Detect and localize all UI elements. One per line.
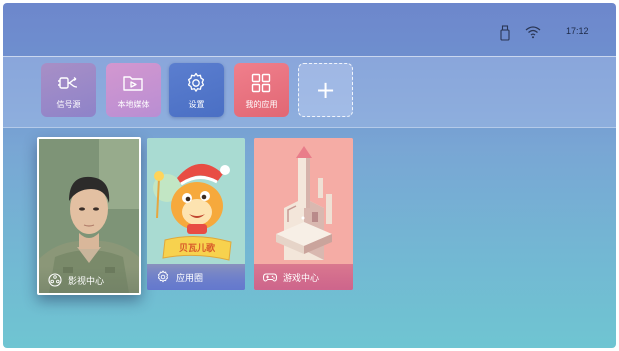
card-label: 影视中心 — [68, 276, 105, 287]
input-source-button[interactable]: 信号源 — [41, 63, 96, 117]
game-center-card[interactable]: 游戏中心 — [254, 138, 353, 290]
film-reel-icon — [48, 273, 62, 287]
card-footer: 游戏中心 — [254, 264, 353, 290]
my-apps-button[interactable]: 我的应用 — [234, 63, 289, 117]
status-bar: 17:12 — [3, 3, 616, 59]
wifi-icon — [525, 26, 541, 39]
card-label: 游戏中心 — [283, 273, 320, 284]
add-app-button[interactable]: + — [298, 63, 353, 117]
app-label: 本地媒体 — [117, 100, 150, 109]
gear-icon — [157, 270, 169, 283]
app-shortcut-bar: 信号源 本地媒体 设置 我的应用 + — [3, 56, 616, 128]
card-label: 应用圈 — [176, 273, 204, 284]
app-label: 我的应用 — [245, 100, 278, 109]
grid-icon — [251, 73, 271, 93]
tv-home-screen: 17:12 信号源 本地媒体 设置 我的应用 + 影视中心 贝瓦儿歌 应用圈 游… — [3, 3, 616, 348]
app-store-card[interactable]: 贝瓦儿歌 应用圈 — [147, 138, 245, 290]
svg-text:贝瓦儿歌: 贝瓦儿歌 — [179, 242, 216, 254]
plus-icon: + — [315, 76, 336, 104]
cartoon-bear: 贝瓦儿歌 — [147, 138, 245, 264]
gear-icon — [187, 72, 205, 92]
castle-tower — [254, 138, 353, 264]
app-label: 设置 — [188, 100, 205, 109]
folder-play-icon — [123, 76, 143, 91]
local-media-button[interactable]: 本地媒体 — [106, 63, 161, 117]
app-label: 信号源 — [56, 100, 81, 109]
video-center-card[interactable]: 影视中心 — [37, 137, 141, 295]
usb-icon — [500, 25, 510, 41]
card-footer: 影视中心 — [39, 267, 139, 293]
gamepad-icon — [263, 273, 277, 282]
clock-time: 17:12 — [566, 26, 589, 36]
settings-button[interactable]: 设置 — [169, 63, 224, 117]
input-source-icon — [58, 76, 78, 89]
card-footer: 应用圈 — [147, 264, 245, 290]
